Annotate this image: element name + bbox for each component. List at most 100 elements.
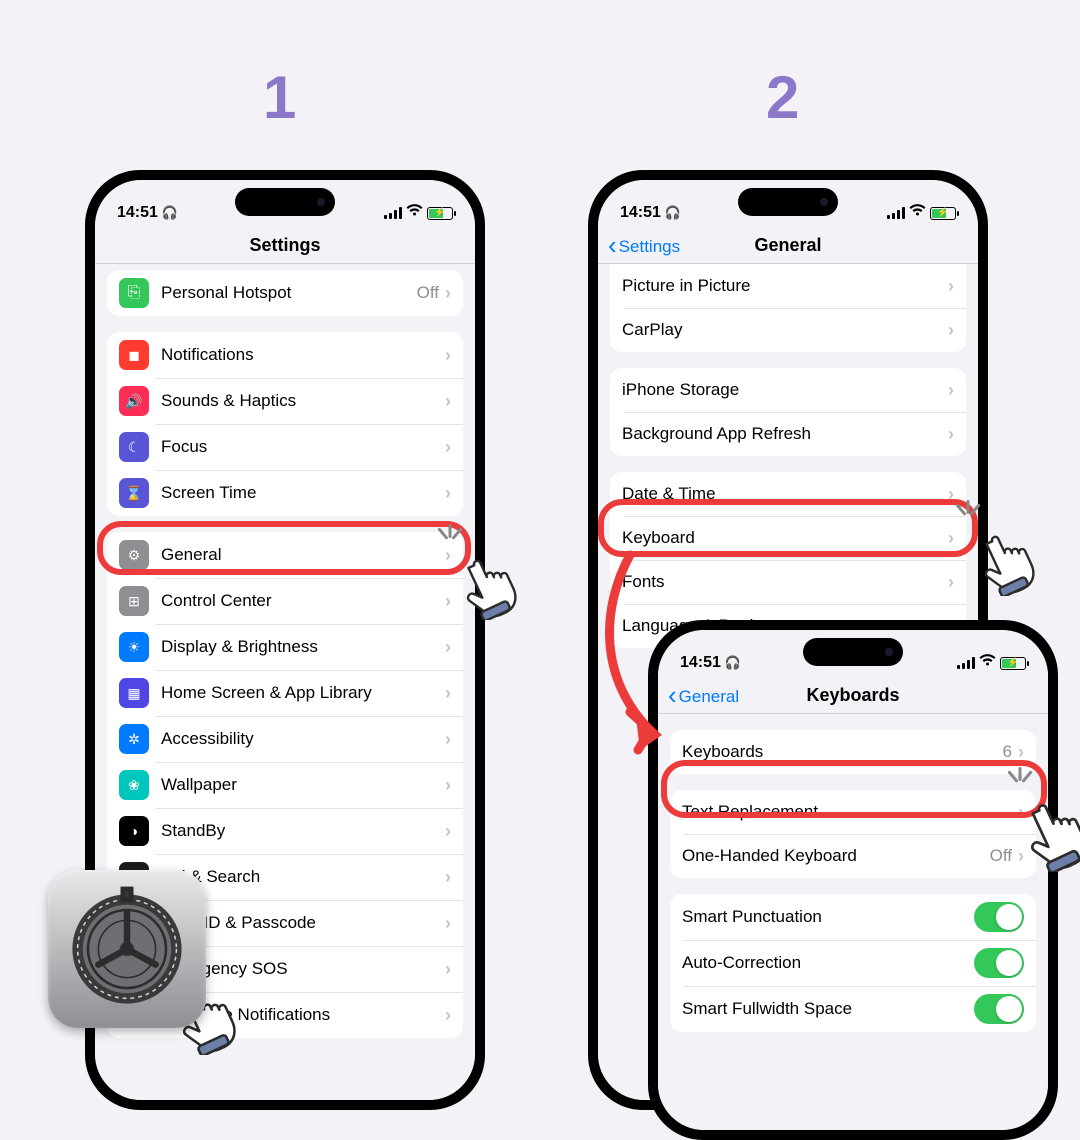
settings-row[interactable]: Background App Refresh: [610, 412, 966, 456]
chevron-icon: [948, 424, 954, 445]
row-label: Notifications: [161, 345, 445, 365]
settings-row[interactable]: Keyboards6: [670, 730, 1036, 774]
settings-row[interactable]: CarPlay: [610, 308, 966, 352]
chevron-icon: [445, 637, 451, 658]
row-icon: ✲: [119, 724, 149, 754]
dynamic-island: [738, 188, 838, 216]
row-label: Sounds & Haptics: [161, 391, 445, 411]
row-icon: ◑: [119, 816, 149, 846]
battery-icon: ⚡: [427, 207, 453, 220]
settings-row[interactable]: Smart Fullwidth Space: [670, 986, 1036, 1032]
cellular-icon: [957, 657, 975, 669]
settings-row[interactable]: ▦ Home Screen & App Library: [107, 670, 463, 716]
chevron-icon: [445, 437, 451, 458]
row-label: Wallpaper: [161, 775, 445, 795]
settings-row[interactable]: ❀ Wallpaper: [107, 762, 463, 808]
chevron-icon: [948, 276, 954, 297]
hotspot-icon: ⎘: [119, 278, 149, 308]
chevron-icon: [445, 913, 451, 934]
row-icon: ☀: [119, 632, 149, 662]
settings-row[interactable]: ☀ Display & Brightness: [107, 624, 463, 670]
toggle-switch[interactable]: [974, 948, 1024, 978]
row-label: iPhone Storage: [622, 380, 948, 400]
settings-row[interactable]: ◑ StandBy: [107, 808, 463, 854]
dynamic-island: [235, 188, 335, 216]
phone-3: 14:51 🎧 ⚡ General Keyboards Keyboards6 T…: [648, 620, 1058, 1140]
status-time: 14:51: [620, 204, 661, 222]
settings-row[interactable]: Date & Time: [610, 472, 966, 516]
row-icon: ⚙: [119, 540, 149, 570]
nav-title: Settings: [95, 226, 475, 264]
chevron-icon: [948, 320, 954, 341]
row-label: Fonts: [622, 572, 948, 592]
back-button[interactable]: Settings: [608, 226, 680, 266]
row-value: Off: [417, 283, 439, 303]
chevron-icon: [445, 283, 451, 304]
settings-row[interactable]: ⚙ General: [107, 532, 463, 578]
row-label: Siri & Search: [161, 867, 445, 887]
row-label: Control Center: [161, 591, 445, 611]
settings-row[interactable]: ⊞ Control Center: [107, 578, 463, 624]
row-label: Text Replacement: [682, 802, 1018, 822]
row-label: Background App Refresh: [622, 424, 948, 444]
chevron-icon: [1018, 742, 1024, 763]
wifi-icon: [909, 204, 926, 222]
chevron-icon: [445, 729, 451, 750]
row-icon: ⊞: [119, 586, 149, 616]
row-label: Display & Brightness: [161, 637, 445, 657]
settings-row[interactable]: Text Replacement: [670, 790, 1036, 834]
settings-row[interactable]: Smart Punctuation: [670, 894, 1036, 940]
row-icon: ❀: [119, 770, 149, 800]
battery-icon: ⚡: [1000, 657, 1026, 670]
row-personal-hotspot[interactable]: ⎘ Personal Hotspot Off: [107, 270, 463, 316]
row-icon: ⌛: [119, 478, 149, 508]
chevron-icon: [948, 380, 954, 401]
row-label: Personal Hotspot: [161, 283, 417, 303]
settings-row[interactable]: ☾Focus: [107, 424, 463, 470]
headphones-icon: 🎧: [665, 205, 681, 221]
nav-bar: General Keyboards: [658, 676, 1048, 714]
row-label: CarPlay: [622, 320, 948, 340]
settings-row[interactable]: ⌛ Screen Time: [107, 470, 463, 516]
settings-row[interactable]: iPhone Storage: [610, 368, 966, 412]
settings-row[interactable]: Picture in Picture: [610, 264, 966, 308]
settings-row[interactable]: Keyboard: [610, 516, 966, 560]
row-label: Picture in Picture: [622, 276, 948, 296]
toggle-switch[interactable]: [974, 902, 1024, 932]
chevron-icon: [445, 345, 451, 366]
nav-bar: Settings General: [598, 226, 978, 264]
battery-icon: ⚡: [930, 207, 956, 220]
hand-pointer-icon: [1012, 782, 1080, 872]
settings-row[interactable]: 🔊Sounds & Haptics: [107, 378, 463, 424]
row-label: Focus: [161, 437, 445, 457]
settings-app-icon[interactable]: [48, 870, 206, 1028]
row-value: 6: [1003, 742, 1012, 762]
row-label: Home Screen & App Library: [161, 683, 445, 703]
settings-row[interactable]: One-Handed KeyboardOff: [670, 834, 1036, 878]
settings-row[interactable]: ✲Accessibility: [107, 716, 463, 762]
status-time: 14:51: [117, 204, 158, 222]
toggle-switch[interactable]: [974, 994, 1024, 1024]
chevron-icon: [445, 483, 451, 504]
row-label: StandBy: [161, 821, 445, 841]
row-label: Keyboards: [682, 742, 1003, 762]
back-button[interactable]: General: [668, 676, 739, 716]
chevron-icon: [445, 959, 451, 980]
row-value: Off: [990, 846, 1012, 866]
row-label: Screen Time: [161, 483, 445, 503]
settings-row[interactable]: ◼︎Notifications: [107, 332, 463, 378]
row-label: Keyboard: [622, 528, 948, 548]
nav-title: General: [754, 235, 821, 255]
settings-row[interactable]: Fonts: [610, 560, 966, 604]
row-label: General: [161, 545, 445, 565]
nav-title: Keyboards: [806, 685, 899, 705]
chevron-icon: [445, 867, 451, 888]
headphones-icon: 🎧: [725, 655, 741, 671]
chevron-icon: [445, 1005, 451, 1026]
row-label: Auto-Correction: [682, 953, 974, 973]
settings-row[interactable]: Auto-Correction: [670, 940, 1036, 986]
chevron-icon: [445, 391, 451, 412]
row-icon: ▦: [119, 678, 149, 708]
headphones-icon: 🎧: [162, 205, 178, 221]
chevron-icon: [445, 821, 451, 842]
